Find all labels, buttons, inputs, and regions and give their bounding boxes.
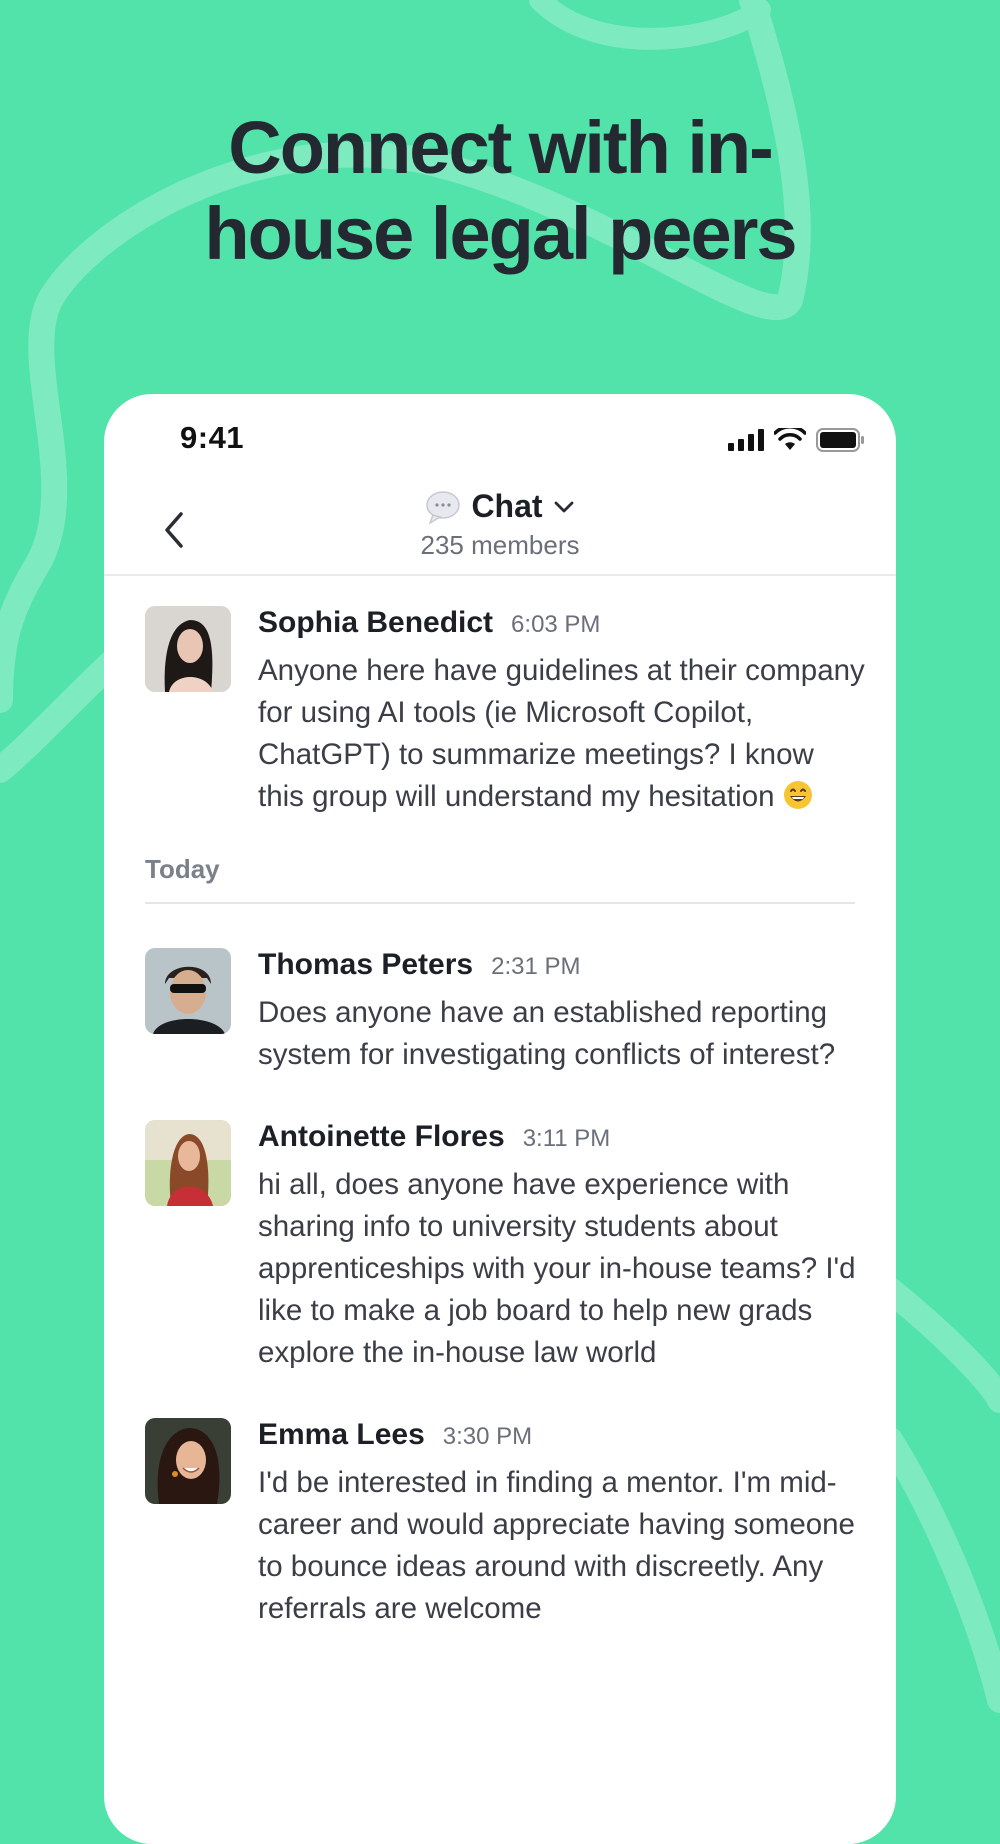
sender-name: Antoinette Flores	[258, 1120, 505, 1153]
sender-name: Thomas Peters	[258, 948, 474, 981]
message-time: 3:11 PM	[522, 1125, 611, 1152]
message-text: Anyone here have guidelines at their com…	[258, 654, 865, 813]
message-time: 6:03 PM	[511, 611, 601, 638]
avatar[interactable]	[145, 606, 231, 692]
phone-card: 9:41 Chat 235 members Sophia Benedict 6:…	[104, 394, 896, 1844]
avatar[interactable]	[145, 1418, 231, 1504]
list-item[interactable]: Antoinette Flores 3:11 PM hi all, does a…	[104, 1120, 896, 1374]
status-time: 9:41	[180, 420, 245, 455]
message-feed: Sophia Benedict 6:03 PM Anyone here have…	[104, 606, 896, 1630]
chat-title: Chat	[471, 488, 543, 524]
member-count: 235 members	[420, 530, 580, 560]
date-divider: Today	[145, 854, 855, 904]
headline: Connect with in- house legal peers	[204, 106, 797, 275]
message-text: I'd be interested in finding a mentor. I…	[258, 1466, 855, 1625]
message-time: 2:31 PM	[491, 953, 581, 980]
avatar[interactable]	[145, 948, 231, 1034]
list-item[interactable]: Emma Lees 3:30 PM I'd be interested in f…	[104, 1418, 896, 1630]
chevron-down-icon	[554, 501, 573, 512]
status-icons	[728, 428, 866, 452]
chat-header: Chat 235 members	[104, 486, 896, 576]
list-item[interactable]: Thomas Peters 2:31 PM Does anyone have a…	[104, 948, 896, 1076]
battery-icon	[816, 428, 864, 452]
cellular-signal-icon	[728, 429, 764, 451]
list-item[interactable]: Sophia Benedict 6:03 PM Anyone here have…	[104, 606, 896, 818]
wifi-icon	[774, 428, 806, 450]
avatar[interactable]	[145, 1120, 231, 1206]
speech-bubble-icon	[426, 490, 461, 524]
message-text: hi all, does anyone have experience with…	[258, 1168, 856, 1369]
message-text: Does anyone have an established reportin…	[258, 996, 836, 1071]
date-divider-label: Today	[145, 854, 220, 884]
sender-name: Sophia Benedict	[258, 606, 494, 639]
chat-title-row[interactable]: Chat	[104, 488, 896, 525]
sender-name: Emma Lees	[258, 1418, 425, 1451]
grinning-face-icon	[783, 781, 812, 809]
message-time: 3:30 PM	[442, 1423, 533, 1450]
